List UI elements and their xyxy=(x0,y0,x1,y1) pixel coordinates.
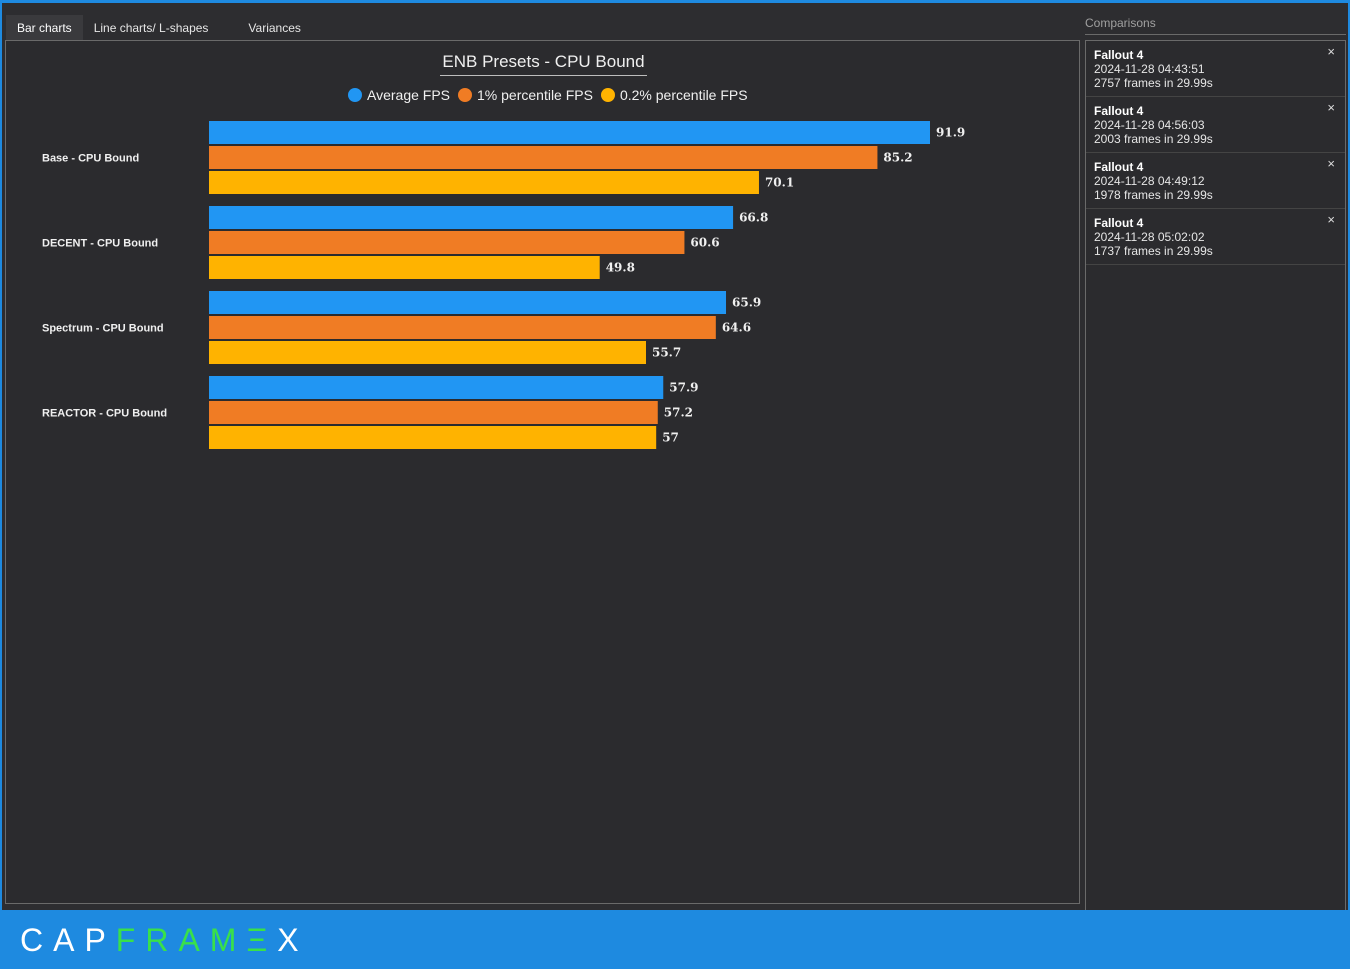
bar-value-label: 66.8 xyxy=(739,211,768,225)
tab-bar-charts[interactable]: Bar charts xyxy=(6,15,83,41)
capframex-logo: C A P F R A M Ξ X xyxy=(20,922,309,959)
bar xyxy=(209,256,600,279)
comparison-item[interactable]: Fallout 4 2024-11-28 04:49:12 1978 frame… xyxy=(1086,153,1345,209)
comparison-frames: 1737 frames in 29.99s xyxy=(1094,244,1213,258)
bar-chart-panel: ENB Presets - CPU Bound Average FPS 1% p… xyxy=(5,40,1080,904)
chart-tabs: Bar charts Line charts/ L-shapes Varianc… xyxy=(6,15,312,41)
bar-value-label: 60.6 xyxy=(690,236,719,250)
bar-value-label: 65.9 xyxy=(732,296,761,310)
bar-value-label: 64.6 xyxy=(722,321,751,335)
bar xyxy=(209,376,664,399)
bar xyxy=(209,316,716,339)
category-label: DECENT - CPU Bound xyxy=(42,238,158,250)
comparison-date: 2024-11-28 05:02:02 xyxy=(1094,230,1205,244)
logo-letter: C xyxy=(20,922,54,958)
comparison-date: 2024-11-28 04:56:03 xyxy=(1094,118,1205,132)
comparison-game: Fallout 4 xyxy=(1094,160,1144,174)
window-left-border xyxy=(0,0,2,910)
close-icon[interactable]: × xyxy=(1327,212,1335,227)
comparisons-title: Comparisons xyxy=(1085,16,1156,30)
logo-letter: F xyxy=(115,922,146,958)
logo-letter: A xyxy=(178,922,210,958)
bar-value-label: 57.9 xyxy=(669,381,698,395)
bar-value-label: 70.1 xyxy=(765,176,794,190)
logo-letter: M xyxy=(209,922,247,958)
bar xyxy=(209,426,657,449)
bar-chart: Base - CPU Bound 91.9 85.2 70.1 DECENT - CPU… xyxy=(42,121,965,449)
bar xyxy=(209,146,878,169)
comparison-item[interactable]: Fallout 4 2024-11-28 04:56:03 2003 frame… xyxy=(1086,97,1345,153)
bar xyxy=(209,121,930,144)
bar-value-label: 49.8 xyxy=(606,261,635,275)
close-icon[interactable]: × xyxy=(1327,44,1335,59)
comparison-frames: 1978 frames in 29.99s xyxy=(1094,188,1213,202)
comparison-date: 2024-11-28 04:49:12 xyxy=(1094,174,1205,188)
tab-variances[interactable]: Variances xyxy=(228,15,311,41)
comparison-date: 2024-11-28 04:43:51 xyxy=(1094,62,1205,76)
comparison-game: Fallout 4 xyxy=(1094,48,1144,62)
category-label: Base - CPU Bound xyxy=(42,153,139,165)
logo-letter: Ξ xyxy=(246,922,278,958)
bar xyxy=(209,341,646,364)
bar-value-label: 55.7 xyxy=(652,346,681,360)
logo-letter: P xyxy=(84,922,116,958)
close-icon[interactable]: × xyxy=(1327,156,1335,171)
comparison-item[interactable]: Fallout 4 2024-11-28 05:02:02 1737 frame… xyxy=(1086,209,1345,265)
window-top-border xyxy=(0,0,1350,3)
bar-value-label: 91.9 xyxy=(936,126,965,140)
bar-value-label: 57 xyxy=(662,431,679,445)
bar xyxy=(209,206,734,229)
bar xyxy=(209,171,759,194)
logo-letter: R xyxy=(145,922,179,958)
comparison-game: Fallout 4 xyxy=(1094,104,1144,118)
comparisons-panel: Fallout 4 2024-11-28 04:43:51 2757 frame… xyxy=(1085,40,1346,911)
comparison-frames: 2757 frames in 29.99s xyxy=(1094,76,1213,90)
comparisons-divider xyxy=(1085,34,1346,35)
close-icon[interactable]: × xyxy=(1327,100,1335,115)
footer-bar: C A P F R A M Ξ X xyxy=(0,910,1350,969)
comparison-game: Fallout 4 xyxy=(1094,216,1144,230)
bar-value-label: 57.2 xyxy=(664,406,693,420)
bar xyxy=(209,401,658,424)
logo-letter: X xyxy=(277,922,309,958)
comparison-item[interactable]: Fallout 4 2024-11-28 04:43:51 2757 frame… xyxy=(1086,41,1345,97)
category-label: Spectrum - CPU Bound xyxy=(42,323,164,335)
category-label: REACTOR - CPU Bound xyxy=(42,408,167,420)
bar xyxy=(209,231,685,254)
bar-value-label: 85.2 xyxy=(883,151,912,165)
comparison-frames: 2003 frames in 29.99s xyxy=(1094,132,1213,146)
bar xyxy=(209,291,727,314)
tab-line-charts[interactable]: Line charts/ L-shapes xyxy=(83,15,229,41)
logo-letter: A xyxy=(53,922,85,958)
